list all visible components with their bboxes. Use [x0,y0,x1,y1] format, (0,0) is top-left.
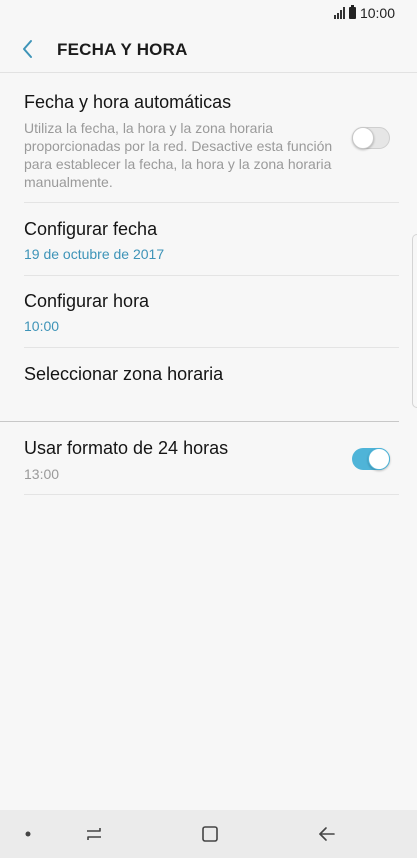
header-divider [0,72,417,73]
set-date-row[interactable]: Configurar fecha 19 de octubre de 2017 [24,219,399,262]
format-24h-title: Usar formato de 24 horas [24,438,229,458]
select-timezone-row[interactable]: Seleccionar zona horaria [24,364,399,385]
set-date-value: 19 de octubre de 2017 [24,246,165,262]
auto-date-time-row[interactable]: Fecha y hora automáticas Utiliza la fech… [24,92,344,191]
back-icon[interactable] [317,824,337,844]
page-title: FECHA Y HORA [57,40,188,59]
scroll-indicator[interactable] [412,234,417,408]
home-icon[interactable] [200,824,220,844]
navigation-bar [0,810,417,858]
auto-date-time-toggle[interactable] [352,127,390,149]
dot-icon[interactable] [24,830,32,838]
status-time: 10:00 [359,5,395,21]
format-24h-toggle[interactable] [352,448,390,470]
toggle-knob [368,448,390,470]
set-date-title: Configurar fecha [24,219,158,239]
signal-icon [333,7,345,19]
row-divider [24,275,399,276]
toggle-knob [352,127,374,149]
row-divider [24,202,399,203]
auto-date-time-title: Fecha y hora automáticas [24,92,232,112]
app-bar: FECHA Y HORA [0,26,417,72]
recents-icon[interactable] [84,824,104,844]
back-arrow-icon[interactable] [18,38,40,60]
section-divider [0,421,399,422]
row-divider [24,494,399,495]
select-timezone-title: Seleccionar zona horaria [24,364,224,384]
row-divider [24,347,399,348]
set-time-title: Configurar hora [24,291,150,311]
format-24h-value: 13:00 [24,466,60,482]
battery-icon [348,5,356,19]
status-bar: 10:00 [0,0,417,26]
format-24h-row[interactable]: Usar formato de 24 horas 13:00 [24,438,344,483]
set-time-value: 10:00 [24,318,60,334]
auto-date-time-description: Utiliza la fecha, la hora y la zona hora… [24,120,333,190]
set-time-row[interactable]: Configurar hora 10:00 [24,291,399,334]
